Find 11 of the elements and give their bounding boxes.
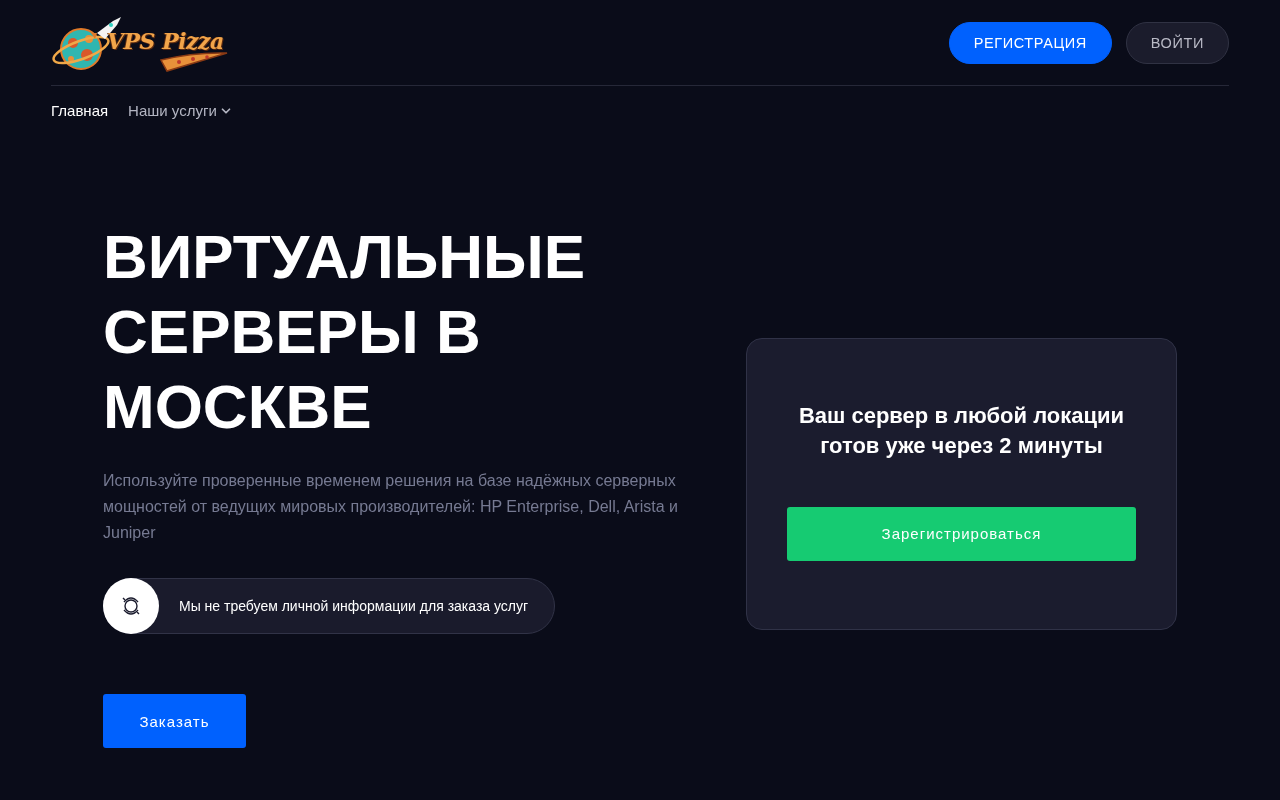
- order-button[interactable]: Заказать: [103, 694, 246, 748]
- card-heading: Ваш сервер в любой локации готов уже через 2 минуты: [797, 401, 1126, 460]
- register-button[interactable]: РЕГИСТРАЦИЯ: [948, 21, 1112, 64]
- nav-link[interactable]: Главная: [51, 102, 109, 119]
- pizza-slice-icon: [159, 51, 229, 72]
- privacy-note-text: Мы не требуем личной информации для заказа услуг: [179, 598, 529, 614]
- login-button[interactable]: ВОЙТИ: [1125, 21, 1229, 64]
- logo-text: VPS Pizza: [107, 27, 224, 54]
- nav-link[interactable]: Наши услуги: [128, 102, 233, 119]
- hero-description: Используйте проверенные временем решения на базе надёжных серверных мощностей от ведущих мировых производителей: HP Enterprise, Dell, Arista и Juniper: [103, 471, 679, 543]
- hero-heading: ВИРТУАЛЬНЫЕ СЕРВЕРЫ В МОСКВЕ: [103, 221, 587, 443]
